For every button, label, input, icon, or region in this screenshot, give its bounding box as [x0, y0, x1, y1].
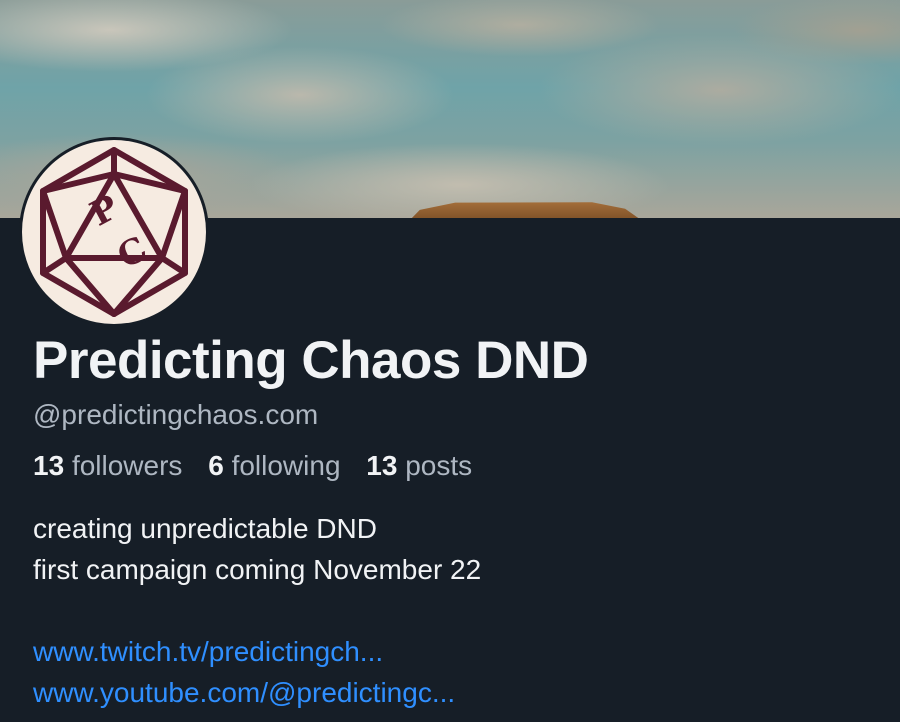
followers-count: 13 — [33, 450, 65, 481]
avatar[interactable]: P C — [22, 140, 206, 324]
bio-spacer — [33, 590, 481, 631]
bio-line: first campaign coming November 22 — [33, 554, 482, 585]
following-link[interactable]: 6 following — [208, 450, 340, 481]
svg-text:P: P — [84, 187, 125, 234]
bio-line: creating unpredictable DND — [33, 513, 377, 544]
followers-link[interactable]: 13 followers — [33, 450, 182, 481]
posts-count: 13 — [366, 450, 398, 481]
profile-bio: creating unpredictable DND first campaig… — [33, 508, 481, 713]
d20-logo-icon: P C — [40, 147, 188, 317]
followers-label: followers — [71, 450, 183, 481]
following-count: 6 — [208, 450, 224, 481]
youtube-link[interactable]: www.youtube.com/@predictingc... — [33, 677, 455, 708]
posts-stat: 13 posts — [366, 450, 472, 481]
display-name: Predicting Chaos DND — [33, 331, 589, 390]
following-label: following — [231, 450, 341, 481]
twitch-link[interactable]: www.twitch.tv/predictingch... — [33, 636, 383, 667]
banner-mesa — [408, 202, 644, 218]
posts-label: posts — [405, 450, 473, 481]
profile-stats: 13 followers 6 following 13 posts — [33, 449, 490, 483]
profile-handle: @predictingchaos.com — [33, 399, 319, 430]
